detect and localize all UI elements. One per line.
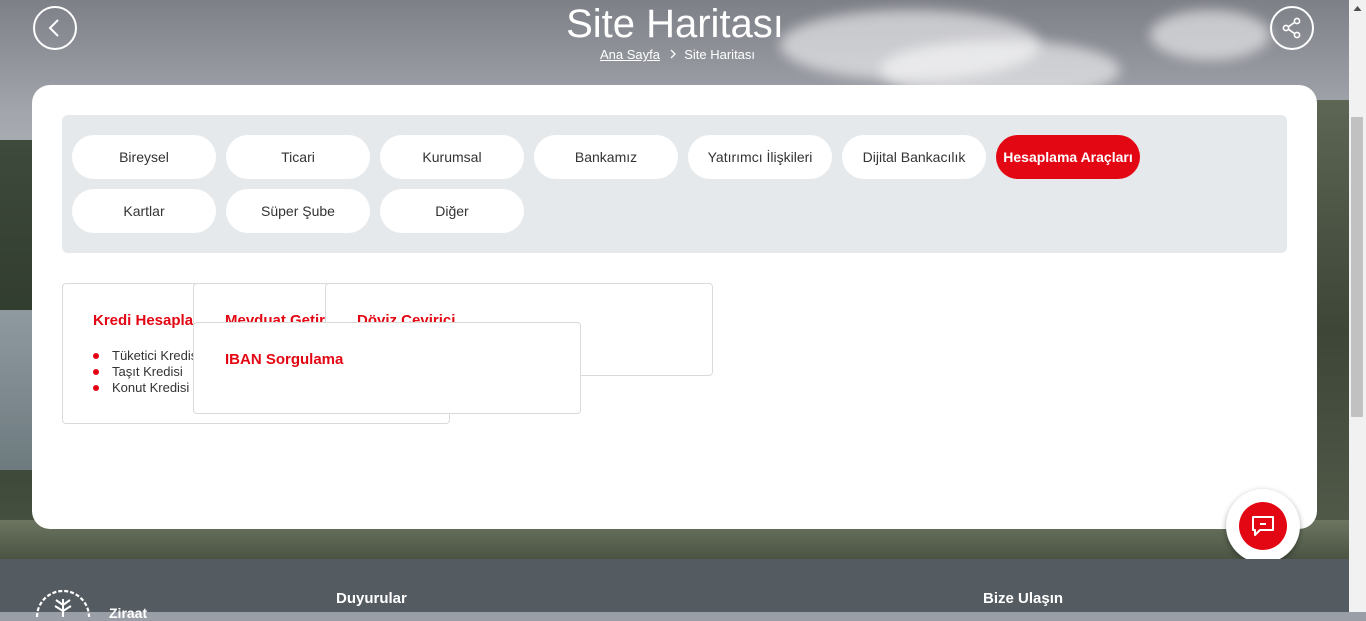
tab-kartlar[interactable]: Kartlar [72, 189, 216, 233]
sitemap-card: Bireysel Ticari Kurumsal Bankamız Yatırı… [32, 85, 1317, 529]
footer-link-duyurular[interactable]: Duyurular [336, 590, 407, 607]
tab-diger[interactable]: Diğer [380, 189, 524, 233]
chevron-right-icon [670, 47, 677, 62]
footer-brand: Ziraat [109, 605, 148, 621]
scroll-up-arrow-icon[interactable] [1349, 0, 1366, 17]
breadcrumb-current: Site Haritası [684, 47, 756, 62]
chat-button[interactable] [1226, 489, 1300, 563]
chat-icon [1252, 516, 1274, 536]
share-button[interactable] [1270, 6, 1314, 50]
tab-yatirimci-iliskileri[interactable]: Yatırımcı İlişkileri [688, 135, 832, 179]
category-tabs: Bireysel Ticari Kurumsal Bankamız Yatırı… [62, 115, 1287, 253]
tab-kurumsal[interactable]: Kurumsal [380, 135, 524, 179]
breadcrumb-home-link[interactable]: Ana Sayfa [600, 47, 660, 62]
chat-icon-circle [1239, 502, 1287, 550]
list-item-tuketici-kredisi[interactable]: Tüketici Kredisi [93, 348, 200, 364]
footer: Ziraat Duyurular Bize Ulaşın [0, 559, 1366, 621]
tab-hesaplama-araclari[interactable]: Hesaplama Araçları [996, 135, 1140, 179]
tile-title-iban-sorgulama[interactable]: IBAN Sorgulama [225, 351, 343, 368]
share-icon [1282, 17, 1301, 39]
list-item-tasit-kredisi[interactable]: Taşıt Kredisi [93, 364, 200, 380]
list-item-konut-kredisi[interactable]: Konut Kredisi [93, 380, 200, 396]
tile-iban-sorgulama: IBAN Sorgulama [193, 322, 581, 414]
scroll-thumb[interactable] [1351, 117, 1363, 417]
tab-dijital-bankacilik[interactable]: Dijital Bankacılık [842, 135, 986, 179]
page-title: Site Haritası [566, 2, 784, 46]
ziraat-logo-icon [35, 589, 91, 617]
kredi-hesaplama-list: Tüketici Kredisi Taşıt Kredisi Konut Kre… [93, 348, 200, 396]
breadcrumb: Ana Sayfa Site Haritası [0, 47, 1355, 62]
tab-super-sube[interactable]: Süper Şube [226, 189, 370, 233]
tab-ticari[interactable]: Ticari [226, 135, 370, 179]
tab-bireysel[interactable]: Bireysel [72, 135, 216, 179]
tab-bankamiz[interactable]: Bankamız [534, 135, 678, 179]
page-scrollbar[interactable] [1349, 0, 1366, 612]
footer-link-bize-ulasin[interactable]: Bize Ulaşın [983, 590, 1063, 607]
